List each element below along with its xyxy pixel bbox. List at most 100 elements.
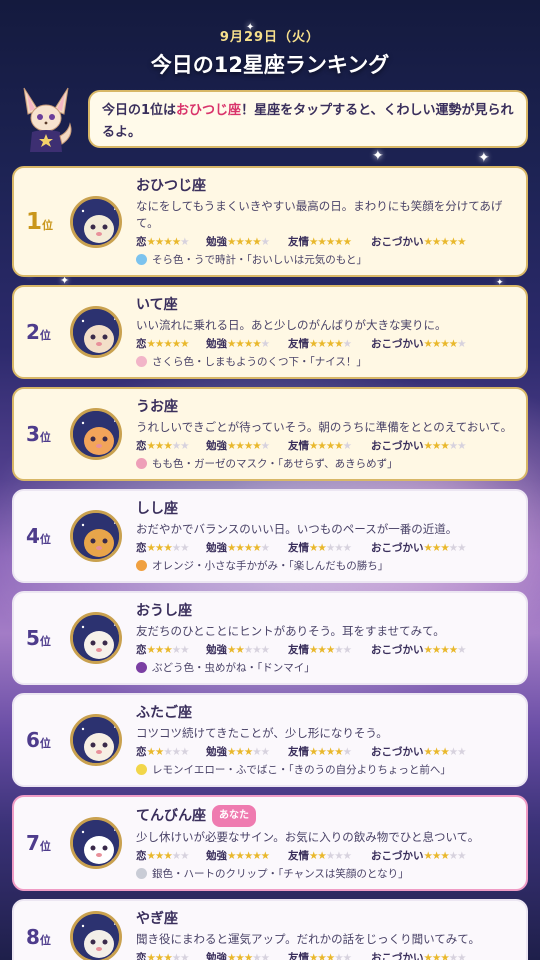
- rank-number: 7位: [26, 831, 51, 855]
- sign-name: しし座: [136, 501, 178, 517]
- sign-name: てんびん座 あなた: [136, 805, 516, 827]
- ram-icon: [70, 195, 122, 248]
- money-rating: おこづかい★★★★★: [371, 337, 467, 351]
- love-rating: 恋★★★★★: [136, 849, 190, 863]
- sign-name: ふたご座: [136, 705, 192, 721]
- study-rating: 勉強★★★★★: [206, 643, 270, 657]
- fortune-description: うれしいできごとが待っていそう。朝のうちに準備をととのえておいて。: [136, 420, 513, 434]
- money-rating: おこづかい★★★★★: [371, 541, 467, 555]
- ranking-card[interactable]: 5位 おうし座友だちのひとことにヒントがありそう。耳をすませてみて。恋 ★★★ ★★ 勉…: [12, 591, 528, 685]
- friend-rating: 友情★★★★★: [288, 849, 352, 863]
- ratings-row: 恋★★★★★ 勉強★★★★★ 友情★★★★★ おこづかい★★★★★: [136, 642, 516, 657]
- bubble-text-before: 今日の1位は: [102, 103, 177, 118]
- fortune-description: 聞き役にまわると運気アップ。だれかの話をじっくり聞いてみて。: [136, 932, 480, 946]
- rank-number: 5位: [26, 626, 51, 650]
- love-rating: 恋★★★★★: [136, 439, 190, 453]
- ranking-card[interactable]: 1位 おひつじ座なにをしてもうまくいきやすい最高の日。まわりにも笑顔を分けてあげて…: [12, 166, 528, 277]
- ratings-row: 恋★★★★★ 勉強★★★★★ 友情★★★★★ おこづかい★★★★★: [136, 234, 516, 249]
- lucky-items: もも色・ガーゼのマスク・「あせらず、あきらめず」: [136, 456, 516, 471]
- love-rating: 恋★★★★★: [136, 235, 190, 249]
- fortune-description: 少し休けいが必要なサイン。お気に入りの飲み物でひと息ついて。: [136, 830, 480, 844]
- ranking-list: 1位 おひつじ座なにをしてもうまくいきやすい最高の日。まわりにも笑顔を分けてあげて…: [12, 166, 528, 960]
- study-rating: 勉強★★★★★: [206, 745, 270, 759]
- lucky-items: ぶどう色・虫めがね・「ドンマイ」: [136, 660, 516, 675]
- fortune-description: 友だちのひとことにヒントがありそう。耳をすませてみて。: [136, 624, 445, 638]
- rank-number: 2位: [26, 320, 51, 344]
- love-rating: 恋★★★★★: [136, 745, 190, 759]
- money-rating: おこづかい★★★★★: [371, 849, 467, 863]
- ratings-row: 恋★★★★★ 勉強★★★★★ 友情★★★★★ おこづかい★★★★★: [136, 950, 516, 960]
- ratings-row: 恋★★★★★ 勉強★★★★★ 友情★★★★★ おこづかい★★★★★: [136, 438, 516, 453]
- fortune-description: おだやかでバランスのいい日。いつものペースが一番の近道。: [136, 522, 458, 536]
- lucky-items: さくら色・しまもようのくつ下・「ナイス！」: [136, 354, 516, 369]
- fortune-description: コツコツ続けてきたことが、少し形になりそう。: [136, 726, 388, 740]
- fish-icon: [70, 408, 122, 460]
- love-rating: 恋★★★★★: [136, 337, 190, 351]
- friend-rating: 友情★★★★★: [288, 745, 352, 759]
- lucky-items: オレンジ・小さな手かがみ・「楽しんだもの勝ち」: [136, 558, 516, 573]
- fortune-description: なにをしてもうまくいきやすい最高の日。まわりにも笑顔を分けてあげて。: [136, 199, 503, 230]
- date-label: 9月29日（火）: [219, 30, 321, 45]
- money-rating: おこづかい★★★★★: [371, 439, 467, 453]
- sign-name: やぎ座: [136, 911, 178, 927]
- love-rating: 恋★★★★★: [136, 951, 190, 960]
- sign-name: うお座: [136, 399, 178, 415]
- archer-icon: [70, 306, 122, 358]
- lucky-color-dot: [136, 356, 147, 367]
- sparkle-icon: ✦: [372, 148, 384, 164]
- page-title: 今日の12星座ランキング: [150, 53, 390, 77]
- ranking-card[interactable]: 2位 いて座いい流れに乗れる日。あと少しのがんばりが大きな実りに。恋 ★★★★★ 勉強…: [12, 285, 528, 379]
- lucky-color-dot: [136, 560, 147, 571]
- study-rating: 勉強★★★★★: [206, 849, 270, 863]
- ranking-card[interactable]: 7位 てんびん座 あなた少し休けいが必要なサイン。お気に入りの飲み物でひと息ついて。…: [12, 795, 528, 891]
- lucky-color-dot: [136, 662, 147, 673]
- lucky-color-dot: [136, 458, 147, 469]
- study-rating: 勉強★★★★★: [206, 235, 270, 249]
- study-rating: 勉強★★★★★: [206, 337, 270, 351]
- friend-rating: 友情★★★★★: [288, 439, 352, 453]
- ratings-row: 恋★★★★★ 勉強★★★★★ 友情★★★★★ おこづかい★★★★★: [136, 336, 516, 351]
- love-rating: 恋★★★★★: [136, 541, 190, 555]
- goat-icon: [70, 911, 122, 960]
- twins-icon: [70, 714, 122, 766]
- study-rating: 勉強★★★★★: [206, 951, 270, 960]
- panda-icon: [70, 817, 122, 869]
- ranking-card[interactable]: 3位 うお座うれしいできごとが待っていそう。朝のうちに準備をととのえておいて。恋 ★…: [12, 387, 528, 481]
- study-rating: 勉強★★★★★: [206, 541, 270, 555]
- fennec-mascot-icon: [16, 84, 76, 156]
- sign-name: いて座: [136, 297, 178, 313]
- rank-number: 8位: [26, 925, 51, 949]
- lucky-items: 銀色・ハートのクリップ・「チャンスは笑顔のとなり」: [136, 866, 516, 881]
- sign-name: おうし座: [136, 603, 192, 619]
- ratings-row: 恋★★★★★ 勉強★★★★★ 友情★★★★★ おこづかい★★★★★: [136, 848, 516, 863]
- page-header: 9月29日（火） 今日の12星座ランキング: [0, 26, 540, 79]
- money-rating: おこづかい★★★★★: [371, 235, 467, 249]
- sign-name: おひつじ座: [136, 178, 206, 194]
- fortune-description: いい流れに乗れる日。あと少しのがんばりが大きな実りに。: [136, 318, 447, 332]
- friend-rating: 友情★★★★★: [288, 643, 352, 657]
- bubble-highlight-sign: おひつじ座: [176, 103, 242, 118]
- money-rating: おこづかい★★★★★: [371, 745, 467, 759]
- lucky-items: レモンイエロー・ふでばこ・「きのうの自分よりちょっと前へ」: [136, 762, 516, 777]
- your-sign-badge: あなた: [212, 805, 256, 827]
- rank-number: 1位: [26, 208, 54, 235]
- friend-rating: 友情★★★★★: [288, 951, 352, 960]
- study-rating: 勉強★★★★★: [206, 439, 270, 453]
- rank-number: 4位: [26, 524, 51, 548]
- rank-number: 6位: [26, 728, 51, 752]
- lucky-items: そら色・うで時計・「おいしいは元気のもと」: [136, 252, 516, 267]
- money-rating: おこづかい★★★★★: [371, 951, 467, 960]
- intro-speech-bubble: 今日の1位はおひつじ座！星座をタップすると、くわしい運勢が見られるよ。: [88, 90, 528, 148]
- rank-number: 3位: [26, 422, 51, 446]
- ranking-card[interactable]: 8位 やぎ座聞き役にまわると運気アップ。だれかの話をじっくり聞いてみて。恋 ★★★ ★…: [12, 899, 528, 960]
- friend-rating: 友情★★★★★: [288, 235, 352, 249]
- bull-icon: [70, 612, 122, 664]
- ratings-row: 恋★★★★★ 勉強★★★★★ 友情★★★★★ おこづかい★★★★★: [136, 744, 516, 759]
- money-rating: おこづかい★★★★★: [371, 643, 467, 657]
- lion-icon: [70, 510, 122, 562]
- lucky-color-dot: [136, 868, 147, 879]
- love-rating: 恋★★★★★: [136, 643, 190, 657]
- ranking-card[interactable]: 4位 しし座おだやかでバランスのいい日。いつものペースが一番の近道。恋 ★★★ ★★ 勉…: [12, 489, 528, 583]
- ranking-card[interactable]: 6位 ふたご座コツコツ続けてきたことが、少し形になりそう。恋 ★★ ★★★ 勉強 ★★★ ★…: [12, 693, 528, 787]
- sparkle-icon: ✦: [478, 150, 490, 166]
